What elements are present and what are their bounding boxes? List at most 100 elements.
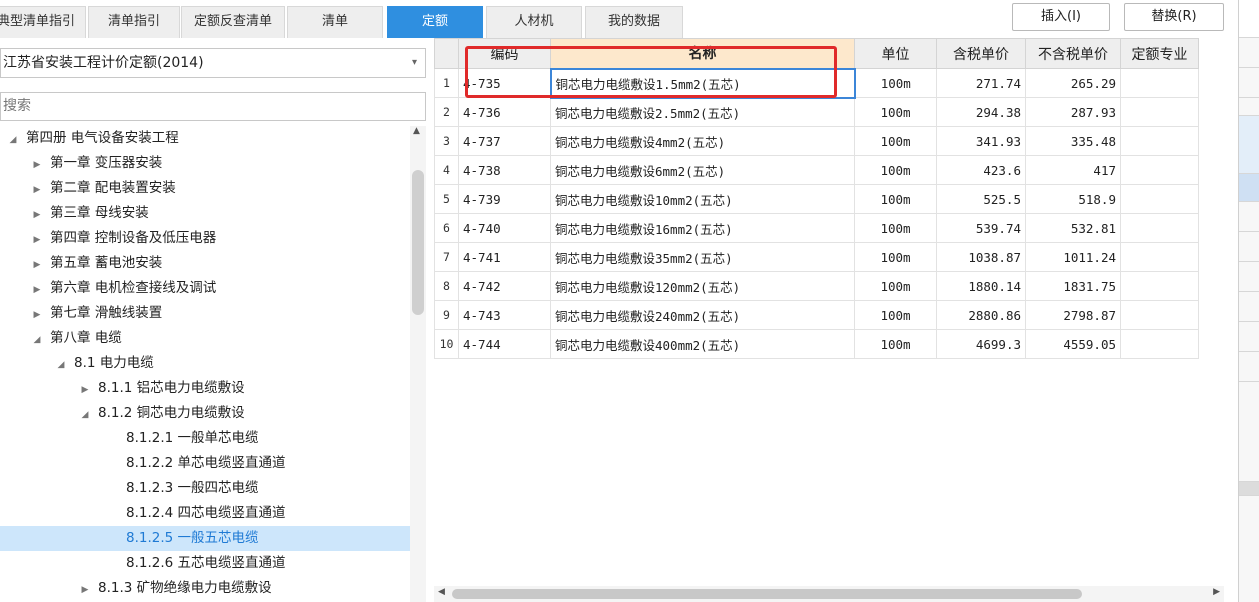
name-cell[interactable]: 铜芯电力电缆敷设240mm2(五芯) — [550, 300, 855, 330]
tree-node[interactable]: ▶ 8.1.1 铝芯电力电缆敷设 — [0, 376, 410, 401]
table-row[interactable]: 4 4-738 铜芯电力电缆敷设6mm2(五芯) 100m 423.6 417 — [434, 155, 1199, 185]
price-with-tax-cell[interactable]: 271.74 — [936, 68, 1026, 98]
expand-triangle-icon[interactable]: ▶ — [30, 253, 44, 278]
tree-node[interactable]: ▶ 第一章 变压器安装 — [0, 151, 410, 176]
unit-cell[interactable]: 100m — [854, 242, 937, 272]
table-row[interactable]: 2 4-736 铜芯电力电缆敷设2.5mm2(五芯) 100m 294.38 287.93 — [434, 97, 1199, 127]
unit-cell[interactable]: 100m — [854, 329, 937, 359]
row-number-cell[interactable]: 4 — [434, 155, 459, 185]
expand-triangle-icon[interactable]: ▶ — [78, 578, 92, 602]
quota-specialty-cell[interactable] — [1120, 68, 1199, 98]
tab-labor-material-machine[interactable]: 人材机 — [486, 6, 582, 38]
quota-specialty-cell[interactable] — [1120, 126, 1199, 156]
tree-node[interactable]: ◢ 8.1 电力电缆 — [0, 351, 410, 376]
code-cell[interactable]: 4-738 — [458, 155, 551, 185]
price-without-tax-cell[interactable]: 4559.05 — [1025, 329, 1121, 359]
tree-node[interactable]: ▶ 第三章 母线安装 — [0, 201, 410, 226]
price-with-tax-cell[interactable]: 1038.87 — [936, 242, 1026, 272]
quota-specialty-cell[interactable] — [1120, 329, 1199, 359]
header-code[interactable]: 编码 — [458, 38, 551, 69]
code-cell[interactable]: 4-741 — [458, 242, 551, 272]
quota-specialty-cell[interactable] — [1120, 271, 1199, 301]
tree-node[interactable]: ▶ 第二章 配电装置安装 — [0, 176, 410, 201]
quota-specialty-cell[interactable] — [1120, 242, 1199, 272]
expand-triangle-icon[interactable]: ▶ — [30, 153, 44, 178]
tree-node[interactable]: ▶ 第五章 蓄电池安装 — [0, 251, 410, 276]
tab-quota-reverse-lookup[interactable]: 定额反查清单 — [181, 6, 285, 38]
collapse-triangle-icon[interactable]: ◢ — [30, 328, 44, 353]
table-row[interactable]: 7 4-741 铜芯电力电缆敷设35mm2(五芯) 100m 1038.87 1011.2… — [434, 242, 1199, 272]
tab-list[interactable]: 清单 — [287, 6, 383, 38]
tab-quota[interactable]: 定额 — [387, 6, 483, 38]
tree-node[interactable]: ▶ 第四章 控制设备及低压电器 — [0, 226, 410, 251]
table-row[interactable]: 10 4-744 铜芯电力电缆敷设400mm2(五芯) 100m 4699.3 4559.… — [434, 329, 1199, 359]
tab-typical-list-guide[interactable]: 典型清单指引 — [0, 6, 86, 38]
row-number-cell[interactable]: 7 — [434, 242, 459, 272]
price-with-tax-cell[interactable]: 539.74 — [936, 213, 1026, 243]
search-input[interactable]: 搜索 — [0, 92, 426, 121]
row-number-cell[interactable]: 10 — [434, 329, 459, 359]
header-price-without-tax[interactable]: 不含税单价 — [1025, 38, 1121, 69]
row-number-cell[interactable]: 1 — [434, 68, 459, 98]
name-cell[interactable]: 铜芯电力电缆敷设10mm2(五芯) — [550, 184, 855, 214]
code-cell[interactable]: 4-744 — [458, 329, 551, 359]
replace-button[interactable]: 替换(R) — [1124, 3, 1224, 31]
expand-triangle-icon[interactable]: ▶ — [30, 203, 44, 228]
table-row[interactable]: 5 4-739 铜芯电力电缆敷设10mm2(五芯) 100m 525.5 518.9 — [434, 184, 1199, 214]
price-with-tax-cell[interactable]: 341.93 — [936, 126, 1026, 156]
tree-node[interactable]: ▶ 第六章 电机检查接线及调试 — [0, 276, 410, 301]
collapse-triangle-icon[interactable]: ◢ — [54, 353, 68, 378]
expand-triangle-icon[interactable]: ▶ — [78, 378, 92, 403]
header-quota-specialty[interactable]: 定额专业 — [1120, 38, 1199, 69]
header-name[interactable]: 名称 — [550, 38, 855, 69]
unit-cell[interactable]: 100m — [854, 155, 937, 185]
table-row[interactable]: 8 4-742 铜芯电力电缆敷设120mm2(五芯) 100m 1880.14 1831.… — [434, 271, 1199, 301]
price-without-tax-cell[interactable]: 518.9 — [1025, 184, 1121, 214]
row-number-cell[interactable]: 2 — [434, 97, 459, 127]
scroll-up-icon[interactable]: ▲ — [413, 126, 420, 136]
unit-cell[interactable]: 100m — [854, 271, 937, 301]
scroll-right-icon[interactable]: ▶ — [1213, 587, 1220, 597]
unit-cell[interactable]: 100m — [854, 213, 937, 243]
quota-specialty-cell[interactable] — [1120, 184, 1199, 214]
row-number-cell[interactable]: 5 — [434, 184, 459, 214]
quota-specialty-cell[interactable] — [1120, 213, 1199, 243]
name-cell[interactable]: 铜芯电力电缆敷设16mm2(五芯) — [550, 213, 855, 243]
unit-cell[interactable]: 100m — [854, 184, 937, 214]
tab-list-guide[interactable]: 清单指引 — [88, 6, 180, 38]
tree-node[interactable]: ◢ 第四册 电气设备安装工程 — [0, 126, 410, 151]
expand-triangle-icon[interactable]: ▶ — [30, 178, 44, 203]
name-cell[interactable]: 铜芯电力电缆敷设120mm2(五芯) — [550, 271, 855, 301]
quota-specialty-cell[interactable] — [1120, 97, 1199, 127]
unit-cell[interactable]: 100m — [854, 300, 937, 330]
expand-triangle-icon[interactable]: ▶ — [30, 228, 44, 253]
code-cell[interactable]: 4-739 — [458, 184, 551, 214]
row-number-cell[interactable]: 3 — [434, 126, 459, 156]
tree-node[interactable]: ▶ 8.1.3 矿物绝缘电力电缆敷设 — [0, 576, 410, 601]
name-cell[interactable]: 铜芯电力电缆敷设400mm2(五芯) — [550, 329, 855, 359]
table-hscrollbar[interactable]: ◀ ▶ — [434, 586, 1224, 602]
code-cell[interactable]: 4-743 — [458, 300, 551, 330]
price-without-tax-cell[interactable]: 265.29 — [1025, 68, 1121, 98]
price-without-tax-cell[interactable]: 335.48 — [1025, 126, 1121, 156]
price-with-tax-cell[interactable]: 2880.86 — [936, 300, 1026, 330]
tree-node[interactable]: 8.1.2.2 单芯电缆竖直通道 — [0, 451, 410, 476]
table-hscrollbar-thumb[interactable] — [452, 589, 1082, 599]
code-cell[interactable]: 4-736 — [458, 97, 551, 127]
scroll-left-icon[interactable]: ◀ — [438, 587, 445, 597]
unit-cell[interactable]: 100m — [854, 126, 937, 156]
tree-node[interactable]: 8.1.2.6 五芯电缆竖直通道 — [0, 551, 410, 576]
collapse-triangle-icon[interactable]: ◢ — [6, 128, 20, 153]
price-without-tax-cell[interactable]: 417 — [1025, 155, 1121, 185]
tree-scrollbar[interactable]: ▲ — [410, 126, 426, 602]
code-cell[interactable]: 4-740 — [458, 213, 551, 243]
tree-node[interactable]: 8.1.2.5 一般五芯电缆 — [0, 526, 410, 551]
price-with-tax-cell[interactable]: 1880.14 — [936, 271, 1026, 301]
price-with-tax-cell[interactable]: 4699.3 — [936, 329, 1026, 359]
unit-cell[interactable]: 100m — [854, 97, 937, 127]
price-with-tax-cell[interactable]: 294.38 — [936, 97, 1026, 127]
row-number-cell[interactable]: 9 — [434, 300, 459, 330]
code-cell[interactable]: 4-737 — [458, 126, 551, 156]
name-cell[interactable]: 铜芯电力电缆敷设1.5mm2(五芯) — [549, 67, 856, 99]
quota-specialty-cell[interactable] — [1120, 300, 1199, 330]
